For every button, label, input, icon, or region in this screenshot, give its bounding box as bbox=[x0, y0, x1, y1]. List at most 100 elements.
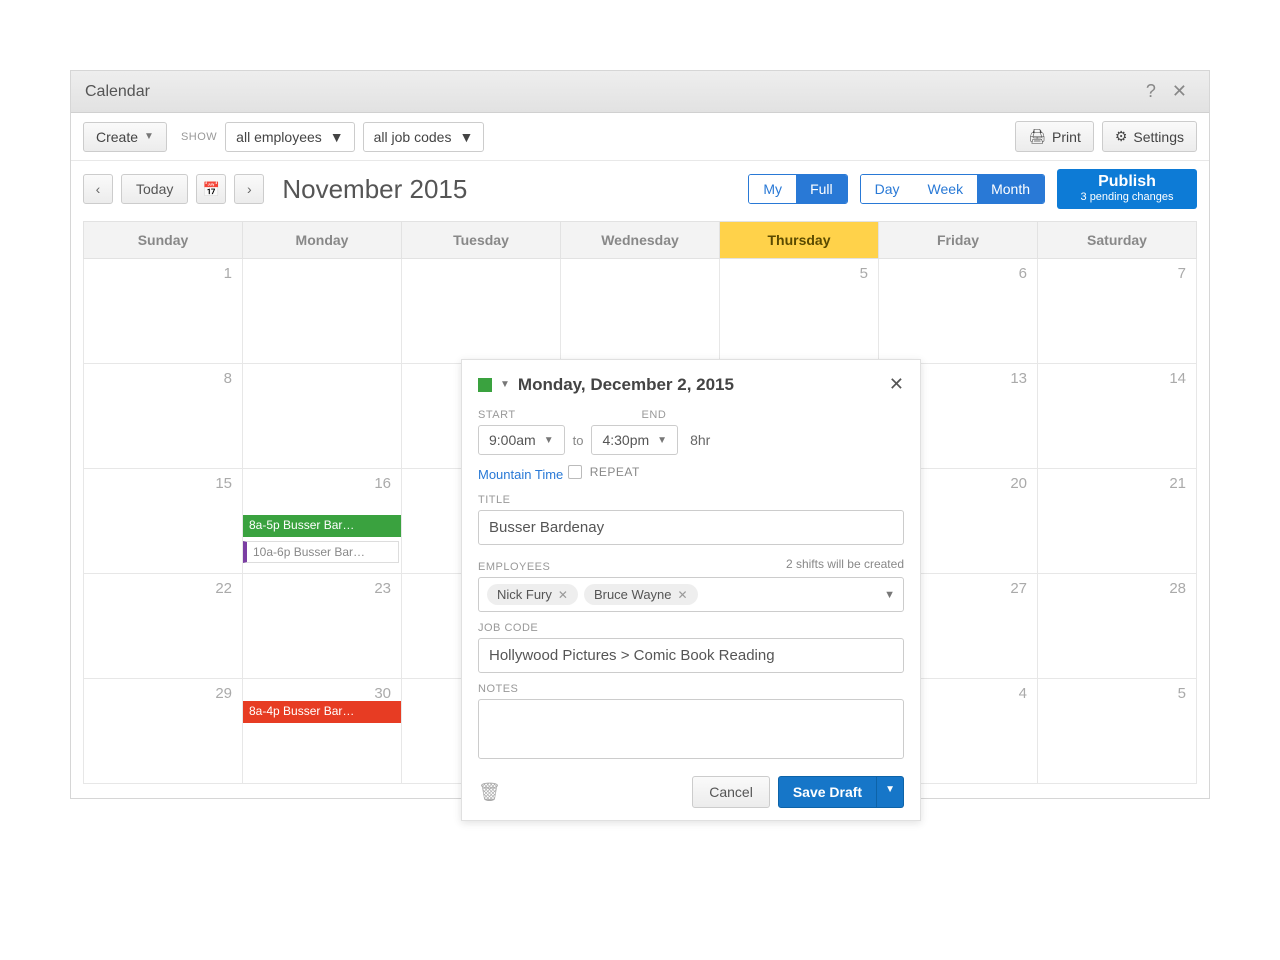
jobcodes-filter[interactable]: all job codes ▼ bbox=[363, 122, 485, 152]
print-button[interactable]: 🖨 Print bbox=[1015, 121, 1094, 152]
cancel-button[interactable]: Cancel bbox=[692, 776, 770, 808]
calendar-cell[interactable] bbox=[243, 364, 402, 469]
calendar-cell[interactable]: 21 bbox=[1038, 469, 1197, 574]
day-number: 14 bbox=[1169, 370, 1186, 387]
color-swatch[interactable] bbox=[478, 378, 492, 392]
calendar-cell[interactable] bbox=[402, 259, 561, 364]
duration-text: 8hr bbox=[690, 432, 710, 448]
employee-chip: Bruce Wayne✕ bbox=[584, 584, 698, 605]
printer-icon: 🖨 bbox=[1028, 128, 1046, 145]
day-number: 13 bbox=[1010, 370, 1027, 387]
month-title: November 2015 bbox=[282, 174, 467, 205]
remove-icon[interactable]: ✕ bbox=[558, 588, 568, 602]
toolbar: Create ▼ SHOW all employees ▼ all job co… bbox=[71, 113, 1209, 161]
shift-chip[interactable]: 8a-5p Busser Bar… bbox=[243, 515, 401, 537]
chevron-down-icon: ▼ bbox=[500, 379, 510, 390]
day-header: Sunday bbox=[84, 222, 243, 259]
day-number: 1 bbox=[224, 265, 232, 282]
shift-chip[interactable]: 8a-4p Busser Bar… bbox=[243, 701, 401, 723]
calendar-cell[interactable]: 308a-4p Busser Bar… bbox=[243, 679, 402, 784]
day-number: 28 bbox=[1169, 580, 1186, 597]
calendar-cell[interactable] bbox=[243, 259, 402, 364]
publish-button[interactable]: Publish 3 pending changes bbox=[1057, 169, 1197, 209]
calendar-cell[interactable]: 29 bbox=[84, 679, 243, 784]
day-header: Wednesday bbox=[561, 222, 720, 259]
gear-icon: ⚙ bbox=[1115, 128, 1128, 145]
repeat-checkbox[interactable]: REPEAT bbox=[568, 465, 640, 479]
calendar-cell[interactable]: 16 8a-5p Busser Bar… 10a-6p Busser Bar… bbox=[243, 469, 402, 574]
title-label: TITLE bbox=[478, 494, 904, 506]
calendar-cell[interactable]: 22 bbox=[84, 574, 243, 679]
start-time-select[interactable]: 9:00am ▼ bbox=[478, 425, 565, 455]
day-number: 27 bbox=[1010, 580, 1027, 597]
calendar-cell[interactable]: 15 bbox=[84, 469, 243, 574]
day-number: 20 bbox=[1010, 475, 1027, 492]
calendar-icon: 📅 bbox=[203, 181, 220, 198]
day-header: Saturday bbox=[1038, 222, 1197, 259]
jobcode-input[interactable] bbox=[478, 638, 904, 673]
show-label: SHOW bbox=[181, 131, 217, 143]
calendar-cell[interactable]: 14 bbox=[1038, 364, 1197, 469]
calendar-cell[interactable]: 7 bbox=[1038, 259, 1197, 364]
start-label: START bbox=[478, 409, 516, 421]
nav-row: ‹ Today 📅 › November 2015 My Full Day We… bbox=[71, 161, 1209, 221]
day-number: 5 bbox=[1178, 685, 1186, 702]
notes-label: NOTES bbox=[478, 683, 904, 695]
title-input[interactable] bbox=[478, 510, 904, 545]
next-button[interactable]: › bbox=[234, 174, 264, 204]
remove-icon[interactable]: ✕ bbox=[678, 588, 688, 602]
shift-chip[interactable]: 10a-6p Busser Bar… bbox=[243, 541, 399, 563]
day-number: 6 bbox=[1019, 265, 1027, 282]
employee-chip: Nick Fury✕ bbox=[487, 584, 578, 605]
close-icon[interactable]: ✕ bbox=[1164, 81, 1195, 102]
day-number: 16 bbox=[374, 475, 391, 492]
trash-icon[interactable]: 🗑 bbox=[478, 782, 501, 803]
day-number: 8 bbox=[224, 370, 232, 387]
shift-popover: ▼ Monday, December 2, 2015 ✕ START END 9… bbox=[461, 359, 921, 821]
timezone-link[interactable]: Mountain Time bbox=[478, 467, 563, 482]
help-icon[interactable]: ? bbox=[1138, 81, 1164, 102]
day-header: Friday bbox=[879, 222, 1038, 259]
scope-toggle: My Full bbox=[748, 174, 847, 204]
view-month[interactable]: Month bbox=[977, 175, 1044, 203]
day-number: 29 bbox=[215, 685, 232, 702]
calendar-cell[interactable]: 28 bbox=[1038, 574, 1197, 679]
save-split-button[interactable]: ▼ bbox=[877, 776, 904, 808]
save-draft-button[interactable]: Save Draft bbox=[778, 776, 877, 808]
employees-select[interactable]: Nick Fury✕ Bruce Wayne✕ ▼ bbox=[478, 577, 904, 612]
day-number: 4 bbox=[1019, 685, 1027, 702]
calendar-cell[interactable] bbox=[561, 259, 720, 364]
today-button[interactable]: Today bbox=[121, 174, 188, 204]
employees-label: EMPLOYEES bbox=[478, 561, 550, 573]
chevron-down-icon: ▼ bbox=[144, 131, 154, 142]
employees-hint: 2 shifts will be created bbox=[786, 557, 904, 571]
notes-input[interactable] bbox=[478, 699, 904, 759]
create-button[interactable]: Create ▼ bbox=[83, 122, 167, 152]
scope-my[interactable]: My bbox=[749, 175, 796, 203]
calendar-cell[interactable]: 5 bbox=[1038, 679, 1197, 784]
chevron-down-icon: ▼ bbox=[884, 589, 895, 601]
day-number: 30 bbox=[374, 685, 391, 702]
view-week[interactable]: Week bbox=[914, 175, 978, 203]
chevron-down-icon: ▼ bbox=[657, 435, 667, 446]
calendar-cell[interactable]: 8 bbox=[84, 364, 243, 469]
jobcode-label: JOB CODE bbox=[478, 622, 904, 634]
calendar-cell[interactable]: 1 bbox=[84, 259, 243, 364]
calendar-picker-button[interactable]: 📅 bbox=[196, 174, 226, 204]
close-icon[interactable]: ✕ bbox=[889, 374, 904, 395]
calendar-cell[interactable]: 5 bbox=[720, 259, 879, 364]
view-day[interactable]: Day bbox=[861, 175, 914, 203]
calendar-cell[interactable]: 6 bbox=[879, 259, 1038, 364]
day-number: 15 bbox=[215, 475, 232, 492]
calendar-window: Calendar ? ✕ Create ▼ SHOW all employees… bbox=[70, 70, 1210, 799]
end-time-select[interactable]: 4:30pm ▼ bbox=[591, 425, 678, 455]
window-title: Calendar bbox=[85, 83, 150, 101]
end-label: END bbox=[642, 409, 667, 421]
chevron-down-icon: ▼ bbox=[544, 435, 554, 446]
calendar-cell[interactable]: 23 bbox=[243, 574, 402, 679]
prev-button[interactable]: ‹ bbox=[83, 174, 113, 204]
employees-filter[interactable]: all employees ▼ bbox=[225, 122, 354, 152]
checkbox-icon bbox=[568, 465, 582, 479]
settings-button[interactable]: ⚙ Settings bbox=[1102, 121, 1197, 152]
scope-full[interactable]: Full bbox=[796, 175, 847, 203]
